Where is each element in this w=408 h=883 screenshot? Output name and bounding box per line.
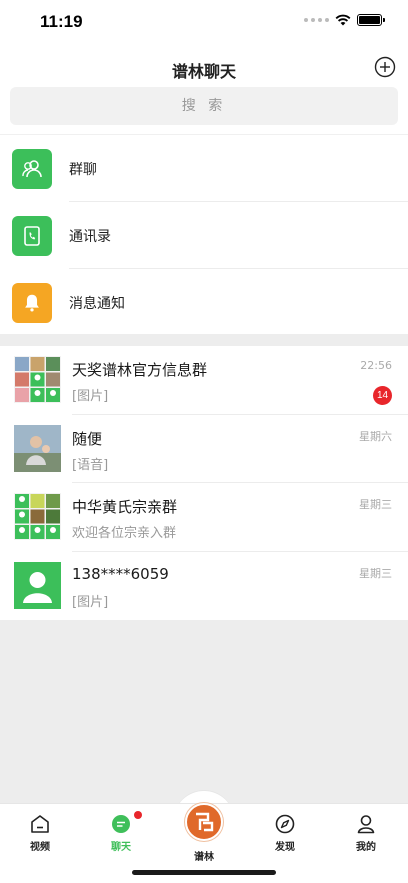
- avatar: [14, 424, 61, 472]
- battery-icon: [357, 14, 385, 26]
- chat-item[interactable]: 138****6059 [图片] 星期三: [0, 552, 408, 621]
- chat-list: 天奖谱林官方信息群 [图片] 22:56 14 随便 [语音] 星期六 中华黄氏…: [0, 346, 408, 620]
- chat-time: 星期三: [359, 498, 392, 511]
- chat-preview: 欢迎各位宗亲入群: [72, 526, 177, 541]
- function-item-contacts[interactable]: 通讯录: [0, 202, 408, 269]
- chat-name: 天奖谱林官方信息群: [72, 361, 208, 379]
- function-item-group-chat[interactable]: 群聊: [0, 135, 408, 202]
- chat-preview: [语音]: [72, 457, 109, 473]
- chat-time: 22:56: [360, 359, 392, 372]
- chat-item[interactable]: 天奖谱林官方信息群 [图片] 22:56 14: [0, 346, 408, 415]
- nav-bar: 谱林聊天 搜 索: [0, 44, 408, 134]
- tab-label: 发现: [275, 842, 295, 853]
- chat-icon: [112, 815, 130, 833]
- contacts-icon: [12, 216, 52, 256]
- chat-name: 138****6059: [72, 564, 169, 583]
- chat-item[interactable]: 中华黄氏宗亲群 欢迎各位宗亲入群 星期三: [0, 483, 408, 552]
- status-time: 11:19: [40, 12, 83, 31]
- page-title: 谱林聊天: [171, 62, 236, 81]
- add-icon[interactable]: [374, 56, 396, 78]
- tab-me[interactable]: 我的: [336, 804, 396, 864]
- tab-label: 我的: [356, 842, 376, 853]
- person-icon: [357, 815, 375, 834]
- tab-label: 聊天: [111, 842, 131, 853]
- home-indicator: [132, 870, 276, 875]
- signal-icon: [304, 18, 329, 22]
- chat-item[interactable]: 随便 [语音] 星期六: [0, 415, 408, 483]
- group-avatar: [14, 356, 61, 403]
- chat-preview: [图片]: [72, 594, 109, 610]
- group-icon: [12, 149, 52, 189]
- pulin-logo-icon[interactable]: [185, 803, 223, 841]
- function-label: 消息通知: [69, 295, 125, 312]
- home-icon: [31, 815, 49, 833]
- group-avatar: [14, 493, 61, 540]
- wifi-icon: [335, 14, 351, 26]
- bell-icon: [12, 283, 52, 323]
- chat-preview: [图片]: [72, 389, 109, 404]
- chat-time: 星期六: [359, 429, 392, 443]
- tab-label: 视频: [30, 842, 50, 853]
- status-icons: [304, 14, 385, 26]
- notification-dot: [134, 811, 142, 819]
- default-avatar-icon: [14, 561, 61, 609]
- unread-badge: 14: [373, 386, 392, 405]
- chat-name: 中华黄氏宗亲群: [72, 498, 178, 516]
- status-bar: 11:19: [0, 0, 408, 44]
- tab-pulin-label[interactable]: 谱林: [174, 848, 234, 863]
- tab-video[interactable]: 视频: [10, 804, 70, 864]
- function-label: 群聊: [69, 161, 97, 178]
- chat-name: 随便: [72, 429, 103, 448]
- tab-chat[interactable]: 聊天: [91, 804, 151, 864]
- chat-time: 星期三: [359, 566, 392, 580]
- function-list: 群聊 通讯录 消息通知: [0, 134, 408, 334]
- function-item-notifications[interactable]: 消息通知: [0, 269, 408, 336]
- function-label: 通讯录: [69, 228, 111, 245]
- search-input[interactable]: 搜 索: [10, 87, 398, 125]
- compass-icon: [275, 814, 295, 834]
- tab-discover[interactable]: 发现: [255, 804, 315, 864]
